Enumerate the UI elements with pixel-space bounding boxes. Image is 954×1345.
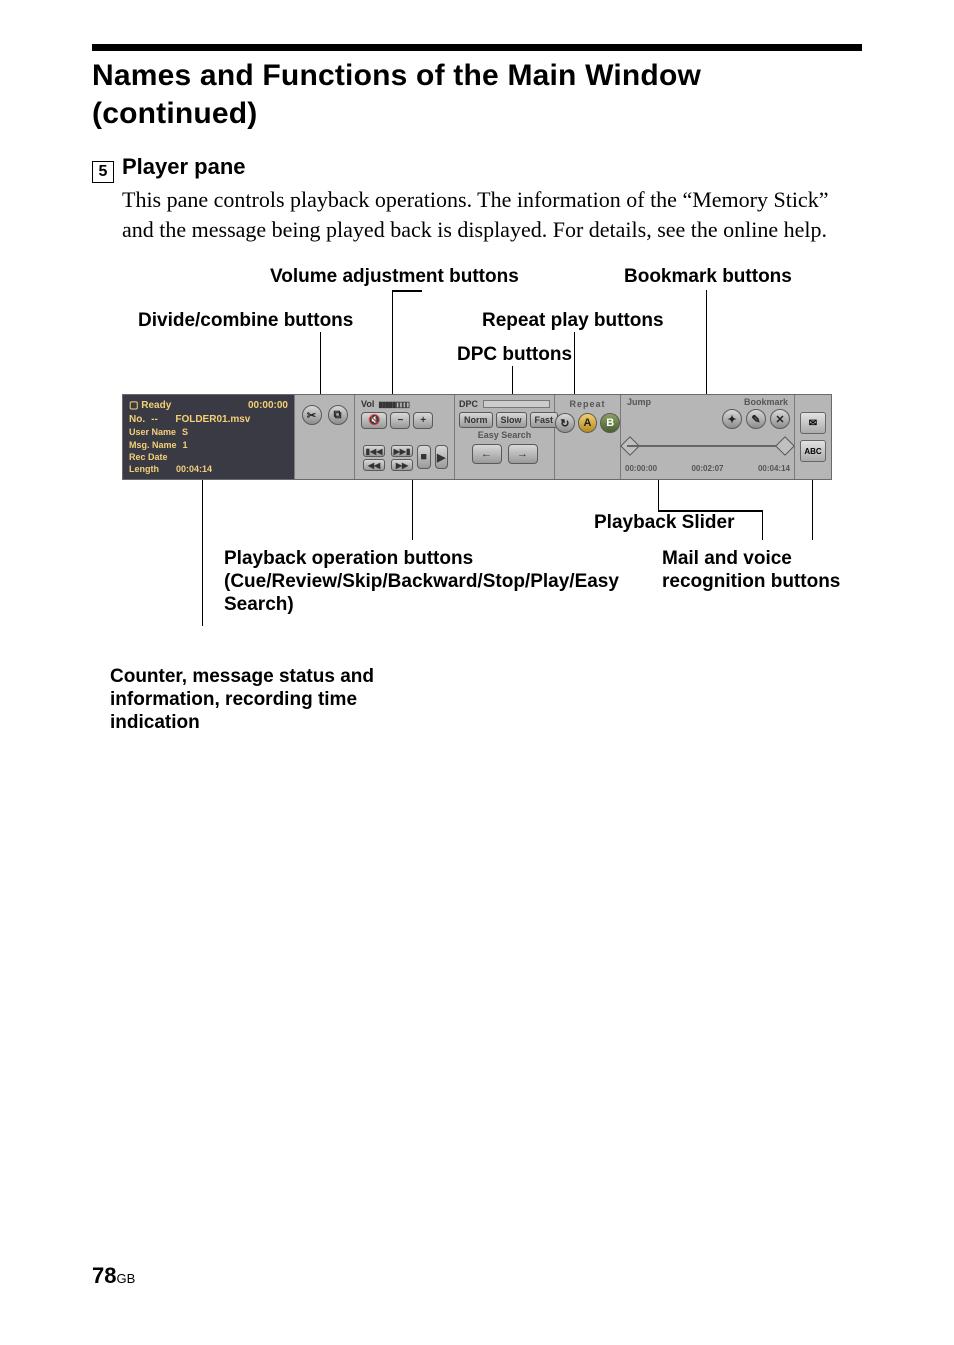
repeat-label: Repeat	[555, 399, 620, 409]
mail-voice-group: ✉ ABC	[795, 395, 831, 479]
page-suffix: GB	[116, 1271, 135, 1286]
page-title: Names and Functions of the Main Window (…	[92, 57, 862, 132]
no-value: --	[151, 413, 158, 427]
label-volume: Volume adjustment buttons	[270, 266, 519, 288]
divide-combine-group: ✂ ⧉	[295, 395, 355, 479]
body-paragraph: This pane controls playback operations. …	[122, 185, 862, 244]
divide-button[interactable]: ✂	[302, 405, 322, 425]
cue-button[interactable]: ▶▶	[391, 459, 413, 471]
playback-slider[interactable]	[627, 445, 788, 447]
leader-repeat-v	[574, 332, 575, 394]
review-button[interactable]: ◀◀	[363, 459, 385, 471]
callout-diagram: Volume adjustment buttons Bookmark butto…	[92, 266, 862, 626]
label-counter: Counter, message status and information,…	[110, 666, 400, 734]
skip-back-button[interactable]: ▮◀◀	[363, 445, 385, 457]
leader-volume-h	[392, 290, 422, 291]
combine-button[interactable]: ⧉	[328, 405, 348, 425]
label-divide: Divide/combine buttons	[138, 310, 353, 332]
easy-back-button[interactable]: ←	[472, 444, 502, 464]
play-button[interactable]: ▶	[435, 445, 449, 469]
bottom-label-area: Counter, message status and information,…	[92, 630, 862, 850]
vol-label: Vol	[361, 399, 374, 409]
repeat-a-button[interactable]: A	[578, 413, 598, 433]
dpc-group: DPC Norm Slow Fast Easy Search ← →	[455, 395, 555, 479]
mute-button[interactable]: 🔇	[361, 412, 387, 429]
repeat-group: Repeat ↻ A B	[555, 395, 621, 479]
length-label: Length	[129, 463, 159, 475]
playback-slider-group: Jump Bookmark ✦ ✎ ✕ 00:00:00 00:02:07 00…	[621, 395, 795, 479]
counter-info-panel: ▢ Ready 00:00:00 No. -- FOLDER01.msv Use…	[123, 395, 295, 479]
msgname-value: 1	[183, 439, 188, 451]
vol-up-button[interactable]: +	[413, 412, 433, 429]
leader-volume-v	[392, 290, 393, 394]
item-number-box: 5	[92, 161, 114, 183]
status-text: Ready	[141, 400, 171, 411]
page-footer: 78GB	[92, 1263, 135, 1289]
leader-slider-v2	[762, 510, 763, 540]
volume-meter: ▮▮▮▮▮▯▯▯▯	[378, 400, 409, 409]
label-mail: Mail and voice recognition buttons	[662, 548, 872, 594]
section-heading: 5 Player pane	[92, 154, 862, 181]
dpc-norm-button[interactable]: Norm	[459, 412, 493, 428]
page-number: 78	[92, 1263, 116, 1288]
volume-transport-group: Vol ▮▮▮▮▮▯▯▯▯ 🔇 − + ▮◀◀ ◀◀ ▶▶▮ ▶▶ ■ ▶	[355, 395, 455, 479]
label-playback-ops: Playback operation buttons (Cue/Review/S…	[224, 548, 564, 616]
leader-playback-v	[412, 480, 413, 540]
bookmark-label: Bookmark	[744, 397, 788, 407]
easy-fwd-button[interactable]: →	[508, 444, 538, 464]
slider-b-marker[interactable]	[775, 436, 795, 456]
leader-bookmark-v	[706, 290, 707, 394]
slider-time-end: 00:04:14	[758, 464, 790, 473]
dpc-meter	[483, 400, 550, 408]
bookmark-add-button[interactable]: ✎	[746, 409, 766, 429]
label-bookmark: Bookmark buttons	[624, 266, 792, 288]
bookmark-prev-button[interactable]: ✦	[722, 409, 742, 429]
username-label: User Name	[129, 426, 176, 438]
msgname-label: Msg. Name	[129, 439, 177, 451]
label-repeat: Repeat play buttons	[482, 310, 664, 332]
leader-counter-v	[202, 480, 203, 626]
slider-time-mid: 00:02:07	[691, 464, 723, 473]
dpc-label: DPC	[459, 399, 478, 409]
easy-search-label: Easy Search	[459, 430, 550, 440]
repeat-loop-button[interactable]: ↻	[555, 413, 575, 433]
item-title: Player pane	[122, 154, 246, 180]
leader-mail-v	[812, 480, 813, 540]
rule-top	[92, 44, 862, 51]
repeat-b-button[interactable]: B	[600, 413, 620, 433]
player-pane: ▢ Ready 00:00:00 No. -- FOLDER01.msv Use…	[122, 394, 832, 480]
mail-button[interactable]: ✉	[800, 412, 826, 434]
recdate-label: Rec Date	[129, 451, 168, 463]
voice-recognition-button[interactable]: ABC	[800, 440, 826, 462]
vol-down-button[interactable]: −	[390, 412, 410, 429]
skip-fwd-button[interactable]: ▶▶▮	[391, 445, 413, 457]
jump-label: Jump	[627, 397, 651, 407]
username-value: S	[182, 426, 188, 438]
dpc-fast-button[interactable]: Fast	[530, 412, 559, 428]
stop-button[interactable]: ■	[417, 445, 431, 469]
no-label: No.	[129, 413, 145, 427]
length-value: 00:04:14	[176, 463, 212, 475]
label-slider: Playback Slider	[594, 512, 734, 534]
leader-dpc-v	[512, 366, 513, 394]
bookmark-del-button[interactable]: ✕	[770, 409, 790, 429]
counter-time: 00:00:00	[248, 399, 288, 413]
label-dpc: DPC buttons	[457, 344, 572, 366]
leader-divide-v	[320, 332, 321, 394]
leader-slider-v	[658, 480, 659, 510]
dpc-slow-button[interactable]: Slow	[496, 412, 527, 428]
slider-time-start: 00:00:00	[625, 464, 657, 473]
folder-name: FOLDER01.msv	[175, 413, 250, 427]
